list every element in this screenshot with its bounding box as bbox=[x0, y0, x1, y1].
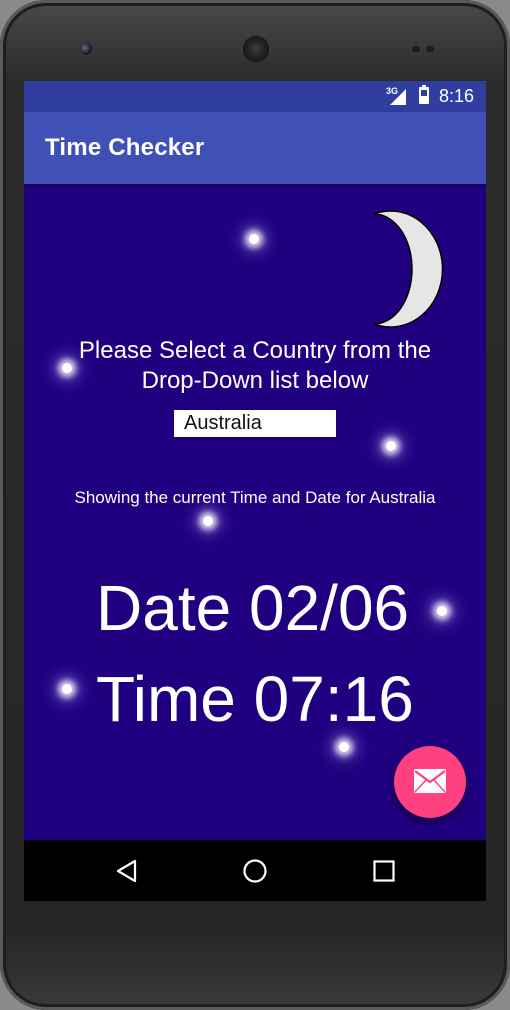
battery-icon bbox=[419, 85, 429, 104]
time-display: Time 07:16 bbox=[96, 663, 414, 735]
country-dropdown[interactable]: Australia bbox=[174, 410, 336, 437]
star bbox=[203, 516, 213, 526]
phone-frame: 3G 8:16 Time Checker Please Select a Cou… bbox=[0, 0, 510, 1010]
status-clock: 8:16 bbox=[439, 86, 475, 106]
front-camera bbox=[80, 43, 92, 55]
status-bar: 3G 8:16 bbox=[24, 81, 486, 112]
star bbox=[437, 606, 447, 616]
home-icon[interactable] bbox=[241, 857, 269, 885]
back-icon[interactable] bbox=[113, 857, 141, 885]
signal-icon bbox=[390, 89, 406, 105]
light-sensor bbox=[426, 46, 434, 52]
moon-icon bbox=[373, 210, 444, 328]
prompt-line-1: Please Select a Country from the bbox=[78, 337, 432, 364]
device-screen: 3G 8:16 Time Checker Please Select a Cou… bbox=[24, 81, 486, 901]
prompt-line-2: Drop-Down list below bbox=[141, 367, 369, 394]
star bbox=[249, 234, 259, 244]
main-content: Please Select a Country from the Drop-Do… bbox=[24, 184, 486, 840]
navigation-bar bbox=[24, 840, 486, 901]
star bbox=[386, 441, 396, 451]
app-title: Time Checker bbox=[45, 134, 205, 161]
proximity-sensor bbox=[412, 46, 420, 52]
earpiece-speaker bbox=[244, 37, 268, 61]
email-fab-button[interactable] bbox=[394, 746, 466, 818]
date-display: Date 02/06 bbox=[96, 572, 410, 644]
email-icon bbox=[414, 769, 446, 793]
recents-icon[interactable] bbox=[370, 857, 398, 885]
star bbox=[339, 742, 349, 752]
showing-text: Showing the current Time and Date for Au… bbox=[74, 488, 436, 507]
star bbox=[62, 684, 72, 694]
app-bar: Time Checker bbox=[24, 112, 486, 184]
country-prompt: Please Select a Country from the Drop-Do… bbox=[24, 336, 486, 396]
